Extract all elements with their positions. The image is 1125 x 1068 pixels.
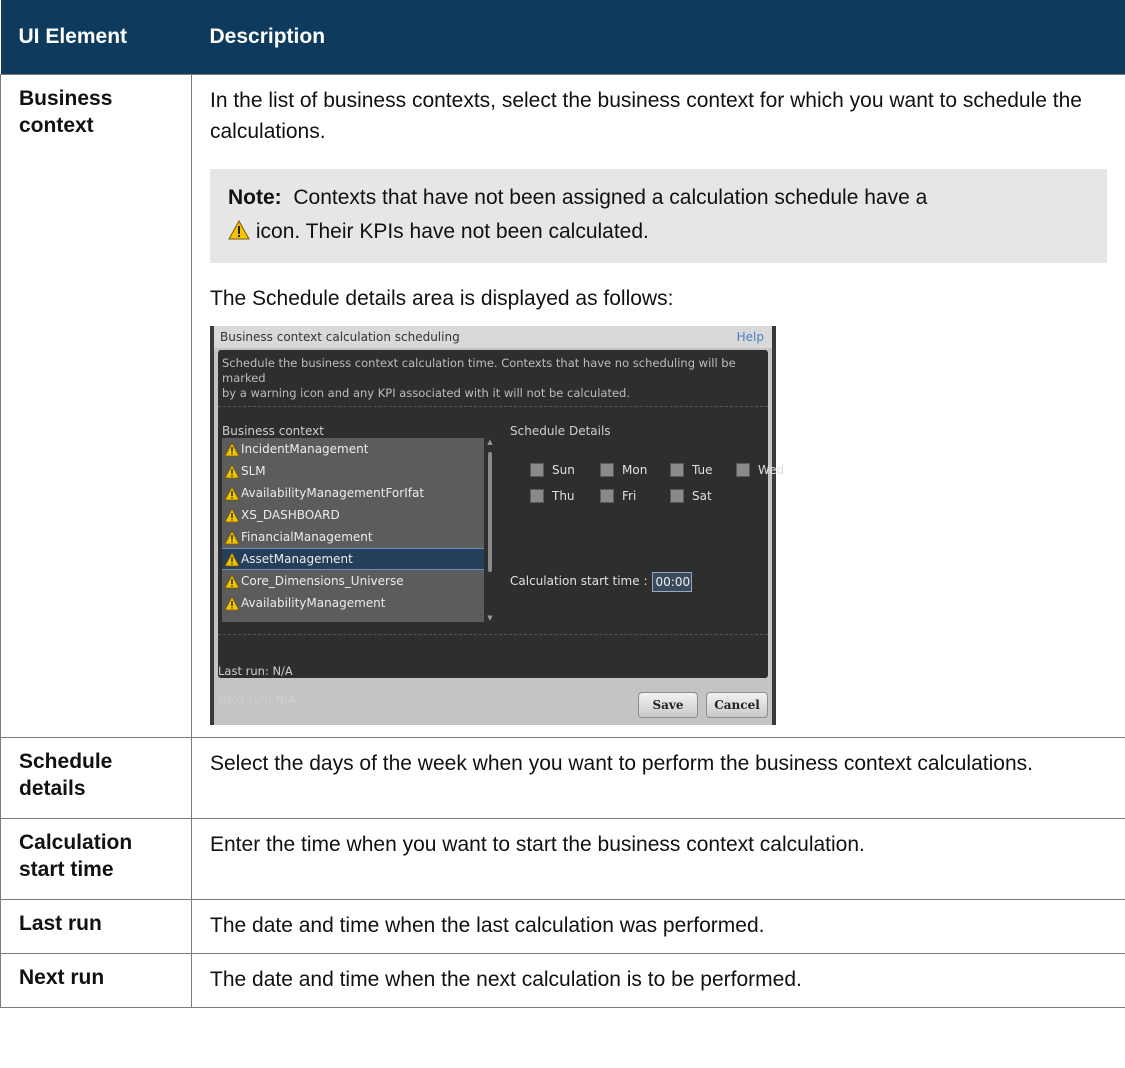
table-row: Business context In the list of business… [0, 74, 1125, 738]
day-checkbox-thu[interactable]: Thu [530, 488, 575, 504]
list-item[interactable]: XS_DASHBOARD [222, 504, 484, 526]
day-checkbox-sun[interactable]: Sun [530, 462, 575, 478]
schedule-details-label: Schedule Details [510, 424, 611, 438]
note-label: Note: [228, 186, 282, 209]
dialog-panel: Schedule the business context calculatio… [218, 350, 784, 706]
screenshot-intro: The Schedule details area is displayed a… [210, 287, 674, 310]
cancel-button[interactable]: Cancel [706, 692, 768, 718]
list-item-label: AvailabilityManagement [241, 596, 386, 610]
divider [218, 634, 768, 635]
help-link[interactable]: Help [737, 326, 764, 348]
day-label: Wed [758, 462, 785, 477]
list-scrollbar[interactable]: ▲ ▼ [486, 438, 494, 622]
day-label: Sat [692, 488, 712, 503]
description-schedule-details: Select the days of the week when you wan… [191, 737, 1125, 819]
note-text-2: icon. Their KPIs have not been calculate… [255, 220, 649, 243]
list-item-label: Core_Dimensions_Universe [241, 574, 404, 588]
list-item-label: XS_DASHBOARD [241, 508, 340, 522]
info-line-1: Schedule the business context calculatio… [222, 356, 736, 385]
day-checkbox-fri[interactable]: Fri [600, 488, 636, 504]
list-item[interactable]: FinancialManagement [222, 526, 484, 548]
list-item-label: AssetManagement [241, 552, 353, 566]
scroll-down-icon[interactable]: ▼ [486, 614, 494, 622]
list-item-label: SLM [241, 464, 266, 478]
dialog-info: Schedule the business context calculatio… [222, 356, 762, 401]
element-calculation-start-time: Calculation start time [0, 818, 192, 900]
warning-icon [224, 595, 240, 610]
element-next-run: Next run [0, 953, 192, 1008]
warning-icon [224, 441, 240, 456]
checkbox[interactable] [736, 463, 750, 477]
table-row: Schedule details Select the days of the … [0, 737, 1125, 819]
warning-icon [224, 463, 240, 478]
list-item-label: AvailabilityManagementForIfat [241, 486, 425, 500]
list-item[interactable]: IncidentManagement [222, 438, 484, 460]
description-text: In the list of business contexts, select… [210, 89, 1082, 143]
next-run-text: Next run: N/A [218, 692, 296, 706]
scroll-up-icon[interactable]: ▲ [486, 438, 494, 446]
ui-element-table: UI Element Description Business context … [0, 0, 1125, 1008]
warning-icon [224, 551, 240, 566]
list-item[interactable]: AvailabilityManagementForIfat [222, 482, 484, 504]
checkbox[interactable] [670, 463, 684, 477]
info-line-2: by a warning icon and any KPI associated… [222, 386, 630, 400]
list-item[interactable]: AvailabilityManagement [222, 592, 484, 614]
list-item-label: FinancialManagement [241, 530, 373, 544]
warning-icon [224, 507, 240, 522]
description-next-run: The date and time when the next calculat… [191, 953, 1125, 1008]
day-label: Fri [622, 488, 637, 503]
list-item-label: IncidentManagement [241, 442, 369, 456]
day-label: Thu [552, 488, 575, 503]
warning-icon [224, 485, 240, 500]
element-schedule-details: Schedule details [0, 737, 192, 819]
scroll-thumb[interactable] [488, 452, 492, 572]
checkbox[interactable] [530, 489, 544, 503]
note-text: Contexts that have not been assigned a c… [293, 186, 928, 209]
day-checkbox-mon[interactable]: Mon [600, 462, 647, 478]
list-item[interactable]: AssetManagement [222, 548, 484, 570]
checkbox[interactable] [670, 489, 684, 503]
description-business-context: In the list of business contexts, select… [191, 74, 1125, 738]
warning-icon [224, 573, 240, 588]
table-row: Last run The date and time when the last… [0, 899, 1125, 954]
table-row: Calculation start time Enter the time wh… [0, 818, 1125, 900]
element-business-context: Business context [0, 74, 192, 738]
warning-icon [228, 220, 250, 240]
calc-start-label: Calculation start time : [510, 574, 648, 588]
day-checkbox-sat[interactable]: Sat [670, 488, 712, 504]
checkbox[interactable] [530, 463, 544, 477]
list-item[interactable]: Core_Dimensions_Universe [222, 570, 484, 592]
checkbox[interactable] [600, 489, 614, 503]
checkbox[interactable] [600, 463, 614, 477]
dialog-title: Business context calculation scheduling [214, 326, 772, 348]
divider [218, 406, 768, 407]
description-calculation-start-time: Enter the time when you want to start th… [191, 818, 1125, 900]
schedule-screenshot: Business context calculation scheduling … [210, 326, 784, 725]
element-last-run: Last run [0, 899, 192, 954]
warning-icon [224, 529, 240, 544]
day-checkbox-wed[interactable]: Wed [736, 462, 784, 478]
calc-start-row: Calculation start time : 00:00 [510, 566, 692, 597]
header-ui-element: UI Element [0, 0, 192, 75]
table-row: Next run The date and time when the next… [0, 953, 1125, 1008]
list-item[interactable]: SLM [222, 460, 484, 482]
last-run-text: Last run: N/A [218, 664, 293, 678]
save-button[interactable]: Save [638, 692, 698, 718]
note-box: Note: Contexts that have not been assign… [210, 169, 1107, 263]
description-last-run: The date and time when the last calculat… [191, 899, 1125, 954]
calc-start-input[interactable]: 00:00 [651, 571, 692, 592]
business-context-list[interactable]: IncidentManagement SLM AvailabilityManagem… [222, 438, 484, 622]
header-description: Description [191, 0, 1125, 75]
day-checkbox-tue[interactable]: Tue [670, 462, 713, 478]
table-header-row: UI Element Description [0, 0, 1125, 75]
